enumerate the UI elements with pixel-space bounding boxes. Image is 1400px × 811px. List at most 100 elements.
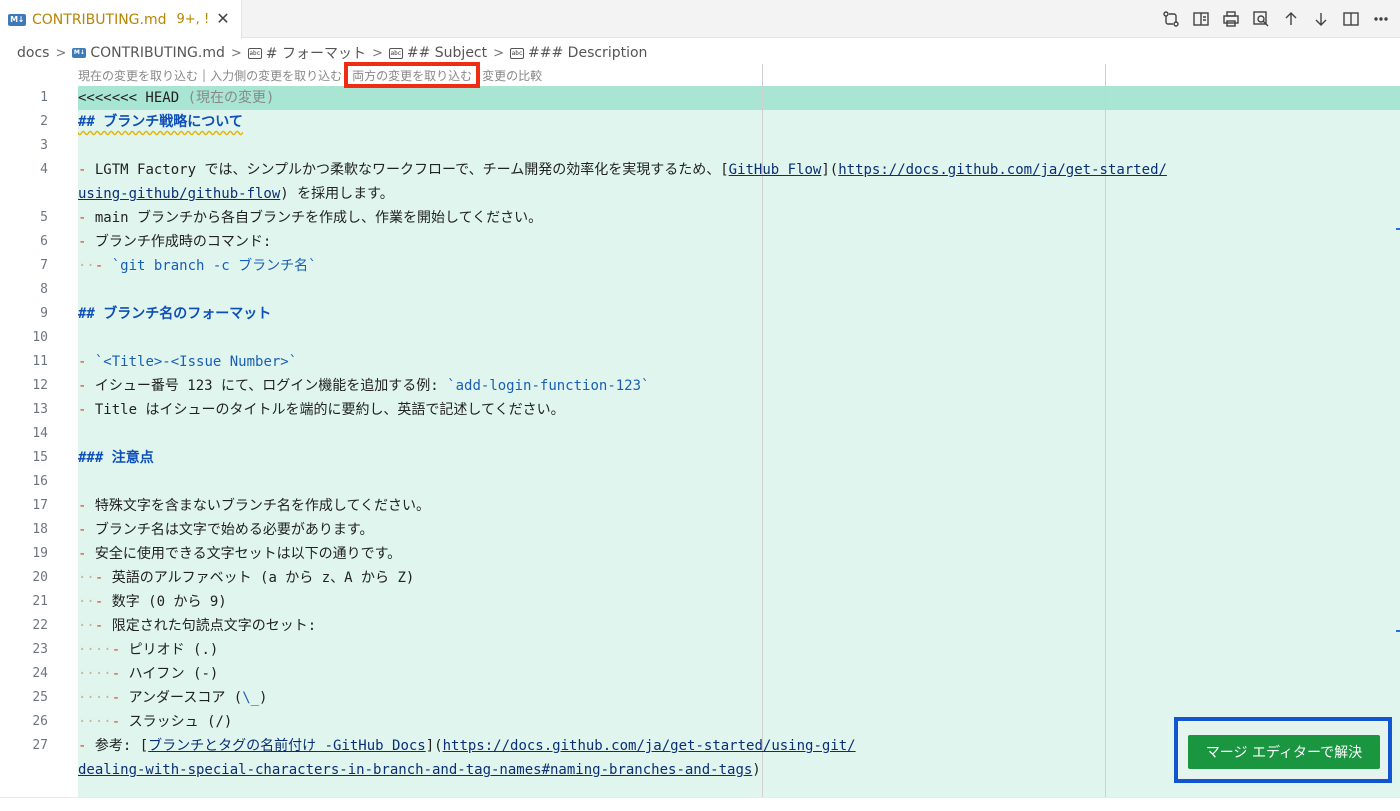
code-line-23: ····- ピリオド (.) — [78, 638, 218, 662]
code-line-5: - main ブランチから各自ブランチを作成し、作業を開始してください。 — [78, 206, 542, 230]
list-dash: - — [111, 642, 121, 658]
scrollbar-marker — [1396, 228, 1400, 230]
line-number: 21 — [32, 594, 48, 609]
code-line-12: - イシュー番号 123 にて、ログイン機能を追加する例: `add-login… — [78, 374, 649, 398]
breadcrumb-symbol-description[interactable]: ### Description — [528, 45, 647, 61]
accept-both-changes[interactable]: 両方の変更を取り込む — [344, 62, 481, 88]
line-number: 1 — [40, 90, 48, 105]
code-line-18: - ブランチ名は文字で始める必要があります。 — [78, 518, 373, 542]
code-line-21: ··- 数字 (0 から 9) — [78, 590, 227, 614]
code-line-2: ## ブランチ戦略について — [78, 110, 243, 134]
indent-guide: ···· — [78, 714, 112, 730]
line-text: 数字 (0 から 9) — [103, 594, 227, 610]
conflict-label: (現在の変更) — [187, 90, 275, 106]
line-text: Title はイシューのタイトルを端的に要約し、英語で記述してください。 — [86, 402, 565, 418]
next-conflict-icon[interactable] — [1306, 4, 1336, 34]
accept-current-change[interactable]: 現在の変更を取り込む — [78, 67, 198, 84]
search-preview-icon[interactable] — [1246, 4, 1276, 34]
code-line-4-wrap: using-github/github-flow) を採用します。 — [78, 182, 394, 206]
accept-incoming-change[interactable]: 入力側の変更を取り込む — [210, 67, 342, 84]
line-text: main ブランチから各自ブランチを作成し、作業を開始してください。 — [86, 210, 543, 226]
indent-guide: ···· — [78, 642, 112, 658]
line-text: アンダースコア ( — [120, 690, 243, 706]
previous-conflict-icon[interactable] — [1276, 4, 1306, 34]
inline-code: \_ — [242, 690, 260, 706]
line-number: 13 — [32, 402, 48, 417]
markdown-link-url[interactable]: dealing-with-special-characters-in-branc… — [78, 762, 752, 778]
line-text: スラッシュ (/) — [120, 714, 233, 730]
code-line-15: ### 注意点 — [78, 446, 154, 470]
line-text: ]( — [821, 162, 839, 178]
heading-text: ## ブランチ名のフォーマット — [78, 306, 272, 322]
tab-contributing[interactable]: M↓ CONTRIBUTING.md 9+, ! ✕ — [0, 0, 242, 39]
indent-guide: ·· — [78, 570, 95, 586]
markdown-link-text[interactable]: GitHub Flow — [729, 162, 822, 178]
editor-toolbar — [1156, 0, 1400, 38]
list-dash: - — [111, 666, 121, 682]
resolve-in-merge-editor-button[interactable]: マージ エディターで解決 — [1188, 735, 1380, 769]
code-line-7: ··- `git branch -c ブランチ名` — [78, 254, 317, 278]
tab-label: CONTRIBUTING.md — [32, 11, 167, 28]
scrollbar-marker — [1396, 630, 1400, 632]
line-text: 参考: [ — [86, 738, 149, 754]
line-text: 限定された句読点文字のセット: — [103, 618, 317, 634]
breadcrumb-folder[interactable]: docs — [17, 45, 49, 61]
breadcrumb-file[interactable]: CONTRIBUTING.md — [90, 45, 225, 61]
line-number: 4 — [40, 162, 48, 177]
code-line-17: - 特殊文字を含まないブランチ名を作成してください。 — [78, 494, 430, 518]
split-editor-icon[interactable] — [1336, 4, 1366, 34]
inline-code: `add-login-function-123` — [447, 378, 650, 394]
code-line-25: ····- アンダースコア (\_) — [78, 686, 267, 710]
breadcrumb: docs > M↓ CONTRIBUTING.md > abc # フォーマット… — [17, 42, 647, 64]
close-icon[interactable]: ✕ — [213, 9, 233, 29]
markdown-link-text[interactable]: ブランチとタグの名前付け -GitHub Docs — [148, 738, 426, 754]
symbol-string-icon: abc — [388, 47, 403, 59]
line-text: ブランチ作成時のコマンド: — [86, 234, 272, 250]
line-text: 英語のアルファベット (a から z、A から Z) — [103, 570, 415, 586]
line-number: 14 — [32, 426, 48, 441]
breadcrumb-symbol-format[interactable]: # フォーマット — [266, 43, 366, 63]
line-number: 19 — [32, 546, 48, 561]
breadcrumb-symbol-subject[interactable]: ## Subject — [407, 45, 487, 61]
markdown-link-url[interactable]: using-github/github-flow — [78, 186, 280, 202]
compare-changes[interactable]: 変更の比較 — [482, 67, 542, 84]
codelens-separator: | — [202, 68, 207, 82]
line-number: 7 — [40, 258, 48, 273]
code-line-27: - 参考: [ブランチとタグの名前付け -GitHub Docs](https:… — [78, 734, 856, 758]
list-dash: - — [111, 690, 121, 706]
chevron-right-icon: > — [230, 45, 242, 61]
compare-changes-icon[interactable] — [1156, 4, 1186, 34]
heading-text: ## ブランチ戦略について — [78, 114, 243, 130]
code-line-22: ··- 限定された句読点文字のセット: — [78, 614, 316, 638]
code-line-24: ····- ハイフン (-) — [78, 662, 218, 686]
open-preview-icon[interactable] — [1186, 4, 1216, 34]
markdown-link-url[interactable]: https://docs.github.com/ja/get-started/ — [838, 162, 1167, 178]
more-actions-icon[interactable] — [1366, 4, 1396, 34]
line-number: 9 — [40, 306, 48, 321]
line-number: 23 — [32, 642, 48, 657]
line-number: 17 — [32, 498, 48, 513]
line-text: ) を採用します。 — [280, 186, 394, 202]
line-text: ) — [259, 690, 268, 706]
markdown-link-url[interactable]: https://docs.github.com/ja/get-started/u… — [443, 738, 856, 754]
line-number: 6 — [40, 234, 48, 249]
code-line-19: - 安全に使用できる文字セットは以下の通りです。 — [78, 542, 401, 566]
list-dash: - — [111, 714, 121, 730]
code-line-9: ## ブランチ名のフォーマット — [78, 302, 271, 326]
print-icon[interactable] — [1216, 4, 1246, 34]
code-line-6: - ブランチ作成時のコマンド: — [78, 230, 271, 254]
markdown-icon: M↓ — [8, 13, 26, 26]
tab-bar: M↓ CONTRIBUTING.md 9+, ! ✕ — [0, 0, 1400, 39]
indent-guide: ·· — [78, 594, 95, 610]
code-line-1: <<<<<<< HEAD (現在の変更) — [78, 86, 274, 110]
line-text: イシュー番号 123 にて、ログイン機能を追加する例: — [86, 378, 448, 394]
line-text: 特殊文字を含まないブランチ名を作成してください。 — [86, 498, 431, 514]
indent-guide: ···· — [78, 666, 112, 682]
code-line-27-wrap: dealing-with-special-characters-in-branc… — [78, 758, 761, 782]
editor[interactable]: 1 2 3 4 5 6 7 8 9 10 11 12 13 14 15 16 1… — [0, 64, 1400, 797]
indent-guide: ·· — [78, 618, 95, 634]
line-number: 15 — [32, 450, 48, 465]
line-number: 8 — [40, 282, 48, 297]
code-line-11: - `<Title>-<Issue Number>` — [78, 350, 297, 374]
code-line-4: - LGTM Factory では、シンプルかつ柔軟なワークフローで、チーム開発… — [78, 158, 1167, 182]
